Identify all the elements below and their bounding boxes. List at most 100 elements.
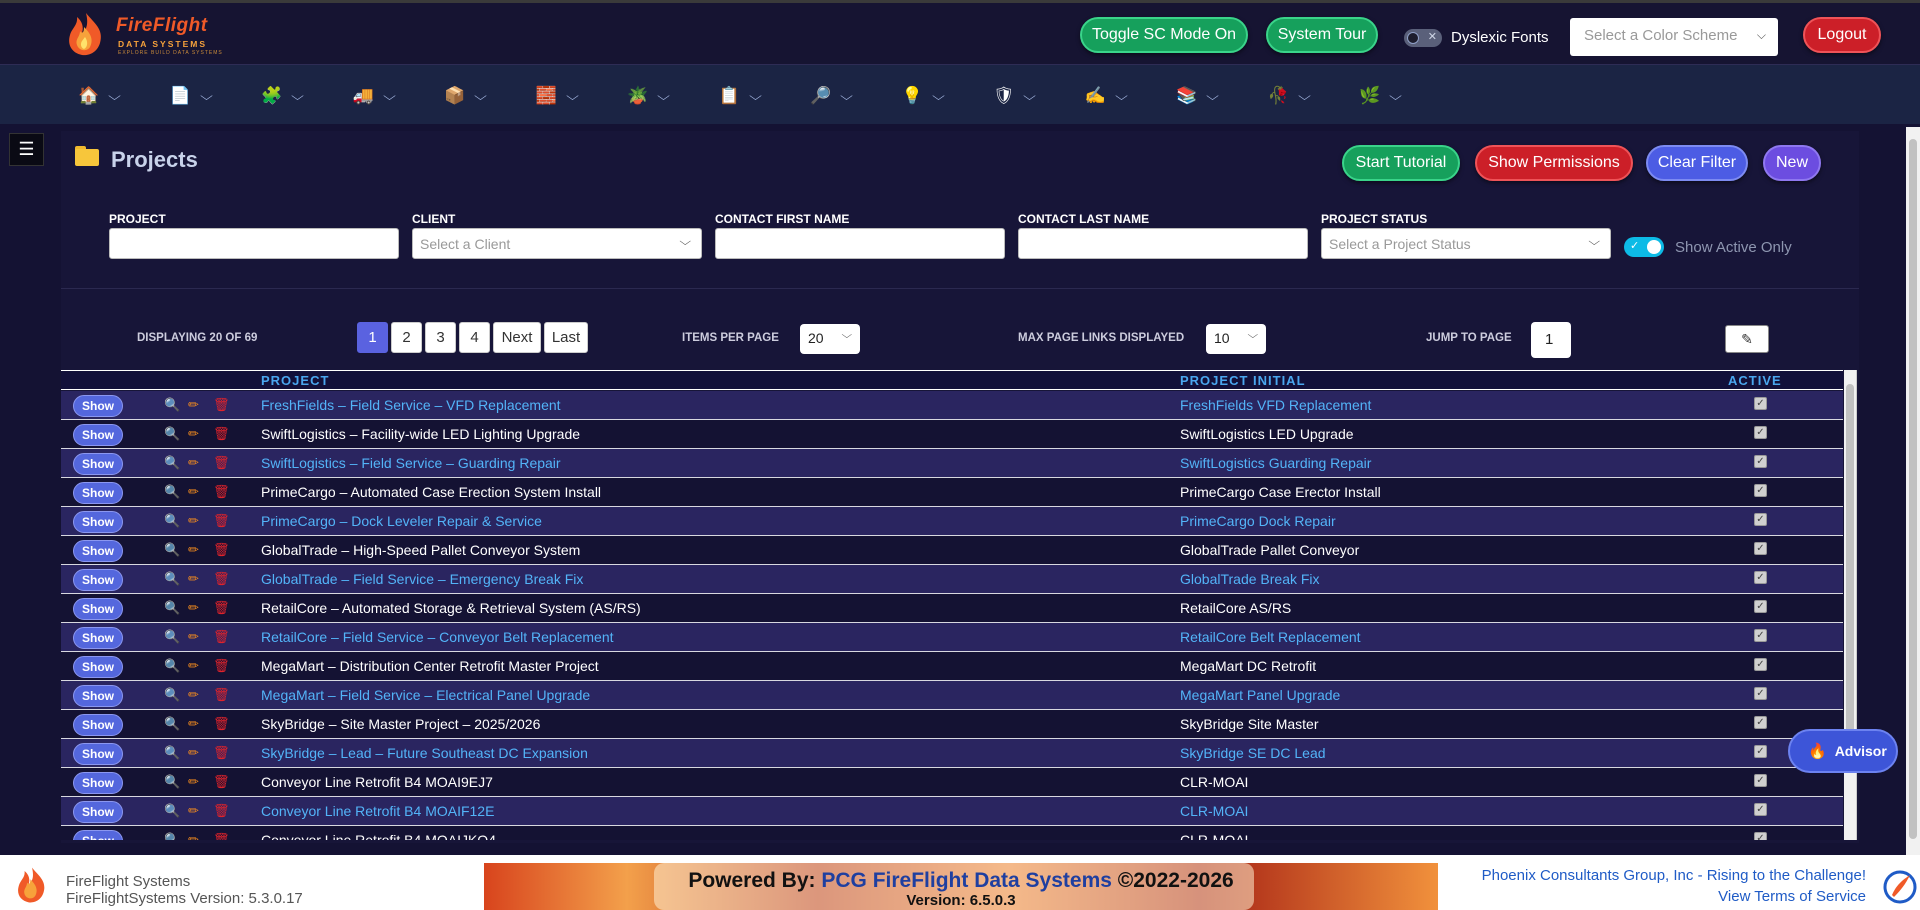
company-tagline-link[interactable]: Phoenix Consultants Group, Inc - Rising … bbox=[1482, 867, 1866, 884]
edit-pencil-icon[interactable]: ✏ bbox=[188, 600, 199, 616]
project-name-cell[interactable]: RetailCore – Field Service – Conveyor Be… bbox=[261, 629, 614, 645]
dyslexic-fonts-toggle[interactable]: ✕ bbox=[1404, 29, 1442, 47]
show-button[interactable]: Show bbox=[73, 598, 123, 620]
nav-menu-writing-hand[interactable]: ✍ ⌵ bbox=[1085, 85, 1128, 107]
edit-columns-button[interactable]: ✎ bbox=[1725, 325, 1769, 353]
active-checkbox[interactable]: ✓ bbox=[1754, 513, 1767, 526]
project-initial-cell[interactable]: PrimeCargo Dock Repair bbox=[1180, 513, 1336, 529]
project-name-cell[interactable]: SkyBridge – Lead – Future Southeast DC E… bbox=[261, 745, 588, 761]
contact-first-name-input[interactable] bbox=[715, 228, 1005, 259]
project-status-select[interactable]: Select a Project Status ⌵ bbox=[1321, 228, 1611, 259]
show-button[interactable]: Show bbox=[73, 540, 123, 562]
toggle-sc-mode-button[interactable]: Toggle SC Mode On bbox=[1080, 17, 1248, 53]
nav-menu-box[interactable]: 📦 ⌵ bbox=[444, 85, 487, 107]
page-scrollbar[interactable] bbox=[1906, 127, 1920, 855]
edit-pencil-icon[interactable]: ✏ bbox=[188, 658, 199, 674]
delete-trash-icon[interactable]: 🗑 bbox=[213, 397, 230, 413]
show-button[interactable]: Show bbox=[73, 801, 123, 823]
edit-pencil-icon[interactable]: ✏ bbox=[188, 484, 199, 500]
view-magnifier-icon[interactable]: 🔍 bbox=[164, 426, 180, 442]
table-row[interactable]: Show 🔍 ✏ 🗑 SwiftLogistics – Field Service – … bbox=[61, 449, 1843, 478]
active-checkbox[interactable]: ✓ bbox=[1754, 716, 1767, 729]
project-initial-cell[interactable]: RetailCore Belt Replacement bbox=[1180, 629, 1361, 645]
edit-pencil-icon[interactable]: ✏ bbox=[188, 455, 199, 471]
edit-pencil-icon[interactable]: ✏ bbox=[188, 397, 199, 413]
delete-trash-icon[interactable]: 🗑 bbox=[213, 455, 230, 471]
project-name-cell[interactable]: Conveyor Line Retrofit B4 MOAI9EJ7 bbox=[261, 774, 493, 790]
active-checkbox[interactable]: ✓ bbox=[1754, 629, 1767, 642]
table-row[interactable]: Show 🔍 ✏ 🗑 GlobalTrade – Field Service – Eme… bbox=[61, 565, 1843, 594]
table-row[interactable]: Show 🔍 ✏ 🗑 PrimeCargo – Automated Case Erect… bbox=[61, 478, 1843, 507]
project-name-cell[interactable]: PrimeCargo – Automated Case Erection Sys… bbox=[261, 484, 601, 500]
nav-menu-plant[interactable]: 🪴 ⌵ bbox=[627, 85, 670, 107]
show-button[interactable]: Show bbox=[73, 569, 123, 591]
start-tutorial-button[interactable]: Start Tutorial bbox=[1342, 145, 1460, 181]
client-filter-select[interactable]: Select a Client ⌵ bbox=[412, 228, 702, 259]
logout-button[interactable]: Logout bbox=[1803, 17, 1881, 53]
active-checkbox[interactable]: ✓ bbox=[1754, 832, 1767, 840]
delete-trash-icon[interactable]: 🗑 bbox=[213, 600, 230, 616]
nav-menu-magnifier[interactable]: 🔎 ⌵ bbox=[810, 85, 853, 107]
active-checkbox[interactable]: ✓ bbox=[1754, 687, 1767, 700]
edit-pencil-icon[interactable]: ✏ bbox=[188, 571, 199, 587]
delete-trash-icon[interactable]: 🗑 bbox=[213, 571, 230, 587]
view-magnifier-icon[interactable]: 🔍 bbox=[164, 687, 180, 703]
table-row[interactable]: Show 🔍 ✏ 🗑 Conveyor Line Retrofit B4 MOAIJKO… bbox=[61, 826, 1843, 840]
table-row[interactable]: Show 🔍 ✏ 🗑 GlobalTrade – High-Speed Pallet C… bbox=[61, 536, 1843, 565]
show-button[interactable]: Show bbox=[73, 482, 123, 504]
delete-trash-icon[interactable]: 🗑 bbox=[213, 484, 230, 500]
table-row[interactable]: Show 🔍 ✏ 🗑 SkyBridge – Lead – Future Southea… bbox=[61, 739, 1843, 768]
project-name-cell[interactable]: FreshFields – Field Service – VFD Replac… bbox=[261, 397, 561, 413]
column-header-active[interactable]: ACTIVE bbox=[1728, 373, 1782, 388]
nav-menu-brick[interactable]: 🧱 ⌵ bbox=[536, 85, 579, 107]
show-button[interactable]: Show bbox=[73, 627, 123, 649]
edit-pencil-icon[interactable]: ✏ bbox=[188, 774, 199, 790]
project-initial-cell[interactable]: MegaMart Panel Upgrade bbox=[1180, 687, 1340, 703]
project-name-cell[interactable]: RetailCore – Automated Storage & Retriev… bbox=[261, 600, 641, 616]
delete-trash-icon[interactable]: 🗑 bbox=[213, 513, 230, 529]
table-row[interactable]: Show 🔍 ✏ 🗑 MegaMart – Field Service – Electr… bbox=[61, 681, 1843, 710]
view-magnifier-icon[interactable]: 🔍 bbox=[164, 658, 180, 674]
project-name-cell[interactable]: PrimeCargo – Dock Leveler Repair & Servi… bbox=[261, 513, 542, 529]
table-row[interactable]: Show 🔍 ✏ 🗑 RetailCore – Field Service – Conv… bbox=[61, 623, 1843, 652]
nav-menu-herb[interactable]: 🌿 ⌵ bbox=[1359, 85, 1402, 107]
show-button[interactable]: Show bbox=[73, 772, 123, 794]
show-button[interactable]: Show bbox=[73, 685, 123, 707]
active-checkbox[interactable]: ✓ bbox=[1754, 658, 1767, 671]
items-per-page-select[interactable]: 20 ⌵ bbox=[800, 324, 860, 354]
scrollbar-thumb[interactable] bbox=[1909, 139, 1917, 839]
show-button[interactable]: Show bbox=[73, 830, 123, 840]
view-magnifier-icon[interactable]: 🔍 bbox=[164, 629, 180, 645]
delete-trash-icon[interactable]: 🗑 bbox=[213, 803, 230, 819]
active-checkbox[interactable]: ✓ bbox=[1754, 600, 1767, 613]
show-button[interactable]: Show bbox=[73, 453, 123, 475]
delete-trash-icon[interactable]: 🗑 bbox=[213, 629, 230, 645]
project-name-cell[interactable]: SwiftLogistics – Facility-wide LED Light… bbox=[261, 426, 580, 442]
nav-menu-puzzle[interactable]: 🧩 ⌵ bbox=[261, 85, 304, 107]
delete-trash-icon[interactable]: 🗑 bbox=[213, 542, 230, 558]
table-row[interactable]: Show 🔍 ✏ 🗑 MegaMart – Distribution Center Re… bbox=[61, 652, 1843, 681]
active-checkbox[interactable]: ✓ bbox=[1754, 571, 1767, 584]
fireflight-logo[interactable]: FireFlight DATA SYSTEMS EXPLORE BUILD DA… bbox=[64, 9, 244, 61]
project-name-cell[interactable]: MegaMart – Distribution Center Retrofit … bbox=[261, 658, 599, 674]
view-magnifier-icon[interactable]: 🔍 bbox=[164, 716, 180, 732]
show-button[interactable]: Show bbox=[73, 714, 123, 736]
show-button[interactable]: Show bbox=[73, 743, 123, 765]
edit-pencil-icon[interactable]: ✏ bbox=[188, 542, 199, 558]
active-checkbox[interactable]: ✓ bbox=[1754, 745, 1767, 758]
show-button[interactable]: Show bbox=[73, 511, 123, 533]
edit-pencil-icon[interactable]: ✏ bbox=[188, 513, 199, 529]
page-link-4[interactable]: 4 bbox=[459, 322, 490, 353]
nav-menu-rose[interactable]: 🥀 ⌵ bbox=[1268, 85, 1311, 107]
project-initial-cell[interactable]: SkyBridge Site Master bbox=[1180, 716, 1319, 732]
contact-last-name-input[interactable] bbox=[1018, 228, 1308, 259]
project-initial-cell[interactable]: MegaMart DC Retrofit bbox=[1180, 658, 1316, 674]
scrollbar-thumb[interactable] bbox=[1846, 384, 1854, 734]
project-name-cell[interactable]: GlobalTrade – High-Speed Pallet Conveyor… bbox=[261, 542, 580, 558]
show-button[interactable]: Show bbox=[73, 424, 123, 446]
show-button[interactable]: Show bbox=[73, 656, 123, 678]
delete-trash-icon[interactable]: 🗑 bbox=[213, 832, 230, 840]
table-row[interactable]: Show 🔍 ✏ 🗑 FreshFields – Field Service – VFD… bbox=[61, 391, 1843, 420]
delete-trash-icon[interactable]: 🗑 bbox=[213, 658, 230, 674]
page-link-3[interactable]: 3 bbox=[425, 322, 456, 353]
